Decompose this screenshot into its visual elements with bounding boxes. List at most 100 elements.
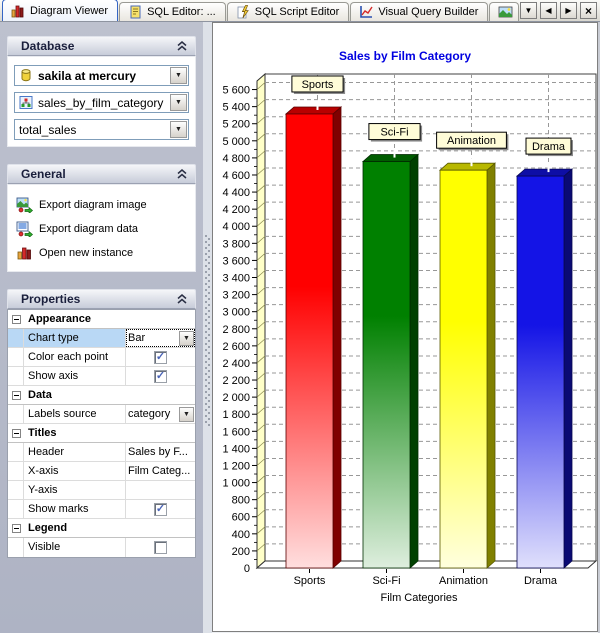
- collapse-chevron-icon[interactable]: [176, 169, 188, 179]
- group-row-legend[interactable]: Legend: [8, 519, 195, 538]
- tab-sql-editor[interactable]: SQL Editor: ...: [119, 2, 226, 21]
- sql-script-icon: [236, 5, 251, 19]
- property-row-color-each-point[interactable]: Color each point: [8, 348, 195, 367]
- tab-label: Visual Query Builder: [378, 6, 478, 18]
- svg-text:1 200: 1 200: [222, 460, 250, 472]
- property-row-chart-type[interactable]: Chart type Bar ▼: [8, 329, 195, 348]
- y-axis-labels: 2004006008001 0001 2001 4001 6001 8002 0…: [222, 85, 250, 575]
- header-title-field[interactable]: Sales by F...: [126, 443, 195, 461]
- svg-text:2 200: 2 200: [222, 375, 250, 387]
- action-label: Export diagram image: [39, 199, 147, 211]
- tab-diagram-viewer[interactable]: Diagram Viewer: [2, 0, 118, 21]
- sidebar-splitter[interactable]: [203, 22, 212, 633]
- svg-text:3 800: 3 800: [222, 238, 250, 250]
- view-select[interactable]: sales_by_film_category ▼: [14, 92, 189, 113]
- database-panel-title: Database: [21, 39, 74, 53]
- x-axis-title-field[interactable]: Film Categ...: [126, 462, 195, 480]
- svg-text:2 000: 2 000: [222, 392, 250, 404]
- collapse-group-icon[interactable]: [12, 524, 21, 533]
- dropdown-arrow-icon[interactable]: ▼: [179, 407, 194, 422]
- collapse-chevron-icon[interactable]: [176, 41, 188, 51]
- legend-visible-checkbox[interactable]: [154, 541, 167, 554]
- group-label: Legend: [24, 519, 67, 537]
- tab-label: SQL Script Editor: [255, 6, 340, 18]
- tab-list-dropdown-button[interactable]: ▼: [520, 2, 537, 19]
- property-row-y-axis[interactable]: Y-axis: [8, 481, 195, 500]
- dropdown-arrow-icon[interactable]: ▼: [170, 94, 187, 111]
- dropdown-arrow-icon[interactable]: ▼: [179, 331, 194, 346]
- chart-type-value: Bar: [126, 332, 179, 344]
- group-label: Appearance: [24, 310, 91, 328]
- export-diagram-image-action[interactable]: Export diagram image: [14, 193, 189, 217]
- property-name: Show marks: [24, 500, 126, 518]
- svg-text:800: 800: [232, 495, 250, 507]
- database-panel-header[interactable]: Database: [7, 36, 196, 56]
- export-diagram-data-action[interactable]: Export diagram data: [14, 217, 189, 241]
- action-label: Export diagram data: [39, 223, 138, 235]
- mark-label-sports: Sports: [292, 76, 345, 94]
- property-row-x-axis[interactable]: X-axis Film Categ...: [8, 462, 195, 481]
- svg-text:3 600: 3 600: [222, 255, 250, 267]
- diagram-area: Sales by Film Category2004006008001 0001…: [212, 22, 598, 632]
- export-image-icon: [16, 197, 33, 213]
- show-marks-checkbox[interactable]: [154, 503, 167, 516]
- open-new-instance-action[interactable]: Open new instance: [14, 241, 189, 265]
- tab-label: SQL Editor: ...: [147, 6, 216, 18]
- collapse-group-icon[interactable]: [12, 391, 21, 400]
- mark-label-drama: Drama: [526, 138, 573, 156]
- prev-tab-button[interactable]: ◀: [540, 2, 557, 19]
- tab-visual-query-builder[interactable]: Visual Query Builder: [350, 2, 488, 21]
- sidebar: Database sakila at mercury ▼: [0, 22, 203, 633]
- dropdown-arrow-icon[interactable]: ▼: [170, 67, 187, 84]
- color-each-point-checkbox[interactable]: [154, 351, 167, 364]
- group-row-data[interactable]: Data: [8, 386, 195, 405]
- properties-panel-header[interactable]: Properties: [7, 289, 196, 309]
- tab-sql-script-editor[interactable]: SQL Script Editor: [227, 2, 350, 21]
- collapse-chevron-icon[interactable]: [176, 294, 188, 304]
- labels-source-dropdown[interactable]: category ▼: [126, 405, 195, 423]
- properties-panel-title: Properties: [21, 292, 80, 306]
- y-axis-title-field[interactable]: [126, 481, 195, 499]
- mark-label-animation: Animation: [437, 132, 509, 150]
- svg-text:4 000: 4 000: [222, 221, 250, 233]
- tab-label: BLOB Viewer: [517, 6, 519, 18]
- general-panel-header[interactable]: General: [7, 164, 196, 184]
- field-select[interactable]: total_sales ▼: [14, 119, 189, 140]
- svg-text:4 400: 4 400: [222, 187, 250, 199]
- collapse-group-icon[interactable]: [12, 315, 21, 324]
- sql-document-icon: [128, 5, 143, 19]
- x-tick-label: Animation: [439, 575, 488, 587]
- property-row-labels-source[interactable]: Labels source category ▼: [8, 405, 195, 424]
- chart-type-dropdown[interactable]: Bar ▼: [126, 329, 195, 347]
- svg-text:3 400: 3 400: [222, 273, 250, 285]
- svg-text:4 200: 4 200: [222, 204, 250, 216]
- group-row-titles[interactable]: Titles: [8, 424, 195, 443]
- database-icon: [18, 68, 34, 83]
- property-row-show-marks[interactable]: Show marks: [8, 500, 195, 519]
- property-name: Y-axis: [24, 481, 126, 499]
- property-row-show-axis[interactable]: Show axis: [8, 367, 195, 386]
- svg-text:5 200: 5 200: [222, 119, 250, 131]
- property-row-visible[interactable]: Visible: [8, 538, 195, 557]
- svg-text:Drama: Drama: [532, 141, 566, 153]
- database-select[interactable]: sakila at mercury ▼: [14, 65, 189, 86]
- dropdown-arrow-icon[interactable]: ▼: [170, 121, 187, 138]
- svg-text:3 000: 3 000: [222, 307, 250, 319]
- svg-text:0: 0: [244, 563, 250, 575]
- svg-text:2 600: 2 600: [222, 341, 250, 353]
- collapse-group-icon[interactable]: [12, 429, 21, 438]
- action-label: Open new instance: [39, 247, 133, 259]
- svg-text:3 200: 3 200: [222, 290, 250, 302]
- bar-sci-fi: [363, 150, 418, 568]
- view-icon: [18, 95, 34, 110]
- show-axis-checkbox[interactable]: [154, 370, 167, 383]
- group-row-appearance[interactable]: Appearance: [8, 310, 195, 329]
- tab-blob-viewer[interactable]: BLOB Viewer: [489, 2, 519, 21]
- next-tab-button[interactable]: ▶: [560, 2, 577, 19]
- field-select-value: total_sales: [15, 123, 170, 137]
- tab-bar: Diagram Viewer SQL Editor: ... SQL Scrip…: [0, 0, 600, 22]
- property-row-header[interactable]: Header Sales by F...: [8, 443, 195, 462]
- property-name: X-axis: [24, 462, 126, 480]
- close-tab-button[interactable]: ×: [580, 2, 597, 19]
- general-panel: General Export diagram image: [7, 164, 196, 272]
